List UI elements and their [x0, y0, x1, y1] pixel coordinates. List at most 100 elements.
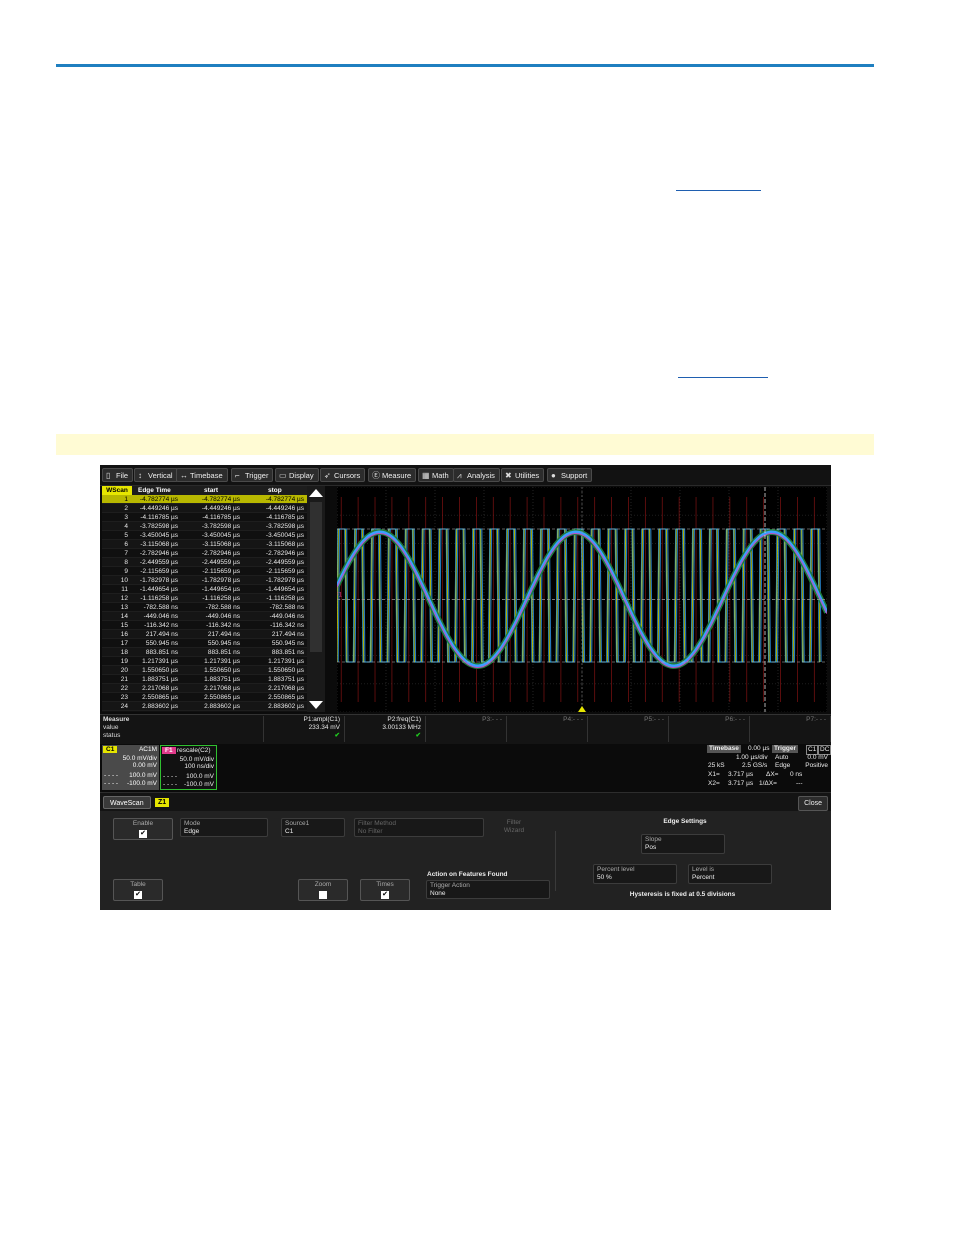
menu-cursors[interactable]: ➶ Cursors [320, 468, 366, 482]
measure-param-2[interactable]: P2:freq(C1) 3.00133 MHz ✔ [344, 716, 424, 742]
trigger-mode: Auto [775, 754, 789, 761]
table-row[interactable]: 7 -2.782946 µs -2.782946 µs -2.782946 µs [102, 549, 307, 558]
scroll-thumb[interactable] [310, 502, 322, 652]
menu-file[interactable]: ▯ File [102, 468, 134, 482]
table-row[interactable]: 23 2.550865 µs 2.550865 µs 2.550865 µs [102, 693, 307, 702]
edge-time-cell: -3.782598 µs [139, 523, 178, 530]
table-row[interactable]: 11 -1.449654 µs -1.449654 µs -1.449654 µs [102, 585, 307, 594]
tab-z1[interactable]: Z1 [155, 798, 170, 807]
table-row[interactable]: 5 -3.450045 µs -3.450045 µs -3.450045 µs [102, 531, 307, 540]
menu-measure[interactable]: Ⓔ Measure [368, 468, 417, 482]
measure-param-3[interactable]: P3:- - - [425, 716, 505, 742]
table-row[interactable]: 16 217.494 ns 217.494 ns 217.494 ns [102, 630, 307, 639]
c1-descriptor[interactable]: C1 AC1M 50.0 mV/div 0.00 mV - - - - 100.… [102, 745, 159, 790]
scroll-up-icon[interactable] [309, 489, 323, 497]
table-row[interactable]: 24 2.883602 µs 2.883602 µs 2.883602 µs [102, 702, 307, 711]
start-cell: -4.782774 µs [201, 496, 240, 503]
table-row[interactable]: 12 -1.116258 µs -1.116258 µs -1.116258 µs [102, 594, 307, 603]
table-row[interactable]: 22 2.217068 µs 2.217068 µs 2.217068 µs [102, 684, 307, 693]
measure-param-status: ✔ [334, 732, 340, 739]
table-scrollbar[interactable] [307, 486, 325, 712]
menu-support[interactable]: ● Support [547, 468, 593, 482]
stop-cell: 1.217391 µs [268, 658, 304, 665]
table-row[interactable]: 3 -4.116785 µs -4.116785 µs -4.116785 µs [102, 513, 307, 522]
measure-param-4[interactable]: P4:- - - [506, 716, 586, 742]
c1-level2: -100.0 mV [127, 780, 157, 787]
menu-analysis[interactable]: ⩘ Analysis [453, 468, 500, 482]
timebase-trigger-info[interactable]: Timebase 0.00 µs 1.00 µs/div 25 kS 2.5 G… [706, 745, 831, 790]
c1-level2-marker: - - - - [104, 780, 119, 787]
measure-param-name: P6:- - - [725, 716, 745, 723]
start-cell: 2.217068 µs [204, 685, 240, 692]
measure-param-8[interactable]: P8:- - - [830, 716, 831, 742]
menu-display[interactable]: ▭ Display [275, 468, 319, 482]
table-row[interactable]: 2 -4.449246 µs -4.449246 µs -4.449246 µs [102, 504, 307, 513]
trigger-action-field[interactable]: Trigger Action None [426, 880, 550, 899]
cursor-x2: 3.717 µs [728, 780, 754, 787]
table-row[interactable]: 13 -782.588 ns -782.588 ns -782.588 ns [102, 603, 307, 612]
source1-field[interactable]: Source1 C1 [281, 818, 345, 837]
measure-param-1[interactable]: P1:ampl(C1) 233.34 mV ✔ [263, 716, 343, 742]
row-index: 5 [124, 532, 128, 539]
edge-time-cell: -2.115659 µs [140, 568, 178, 575]
enable-checkbox[interactable]: Enable ✔ [113, 818, 173, 840]
menu-bar: ▯ File ↕ Vertical ↔ Timebase ⌐ Trigger ▭ Disp… [100, 465, 831, 486]
stop-cell: -449.046 ns [269, 613, 304, 620]
edge-time-cell: 2.217068 µs [142, 685, 178, 692]
menu-timebase[interactable]: ↔ Timebase [176, 468, 228, 482]
table-row[interactable]: 4 -3.782598 µs -3.782598 µs -3.782598 µs [102, 522, 307, 531]
menu-utilities[interactable]: ✖ Utilities [501, 468, 545, 482]
start-cell: -116.342 ns [206, 622, 240, 629]
level-is-field[interactable]: Level is Percent [688, 864, 772, 884]
hysteresis-note: Hysteresis is fixed at 0.5 divisions [629, 891, 736, 898]
row-index: 16 [120, 631, 128, 638]
measure-param-6[interactable]: P6:- - - [668, 716, 748, 742]
table-label: Table [130, 881, 146, 888]
percent-level-field[interactable]: Percent level 50 % [593, 864, 677, 884]
f1-descriptor[interactable]: F1 rescale(C2) 50.0 mV/div 100 ns/div - … [160, 745, 217, 790]
close-button[interactable]: Close [798, 796, 828, 811]
table-row[interactable]: 10 -1.782978 µs -1.782978 µs -1.782978 µs [102, 576, 307, 585]
table-row[interactable]: 17 550.945 ns 550.945 ns 550.945 ns [102, 639, 307, 648]
oscilloscope-screenshot: ▯ File ↕ Vertical ↔ Timebase ⌐ Trigger ▭ Disp… [100, 465, 831, 910]
f1-level1-marker: - - - - [163, 773, 178, 780]
table-row[interactable]: 20 1.550650 µs 1.550650 µs 1.550650 µs [102, 666, 307, 675]
measure-table: Measure value status P1:ampl(C1) 233.34 m… [100, 714, 831, 744]
zoom-checkbox[interactable]: Zoom ✔ [298, 879, 348, 901]
mode-field[interactable]: Mode Edge [180, 818, 268, 837]
scroll-down-icon[interactable] [309, 701, 323, 709]
start-cell: -1.782978 µs [201, 577, 240, 584]
table-row[interactable]: 9 -2.115659 µs -2.115659 µs -2.115659 µs [102, 567, 307, 576]
table-row[interactable]: 6 -3.115068 µs -3.115068 µs -3.115068 µs [102, 540, 307, 549]
measure-param-5[interactable]: P5:- - - [587, 716, 667, 742]
table-row[interactable]: 18 883.851 ns 883.851 ns 883.851 ns [102, 648, 307, 657]
stop-cell: -782.588 ns [269, 604, 304, 611]
highlight-band [56, 434, 874, 455]
edge-time-cell: 1.883751 µs [142, 676, 178, 683]
menu-math[interactable]: ▦ Math [418, 468, 454, 482]
link-underline-1[interactable] [676, 190, 761, 191]
row-index: 11 [121, 586, 128, 593]
wavescan-panel: Enable ✔ Mode Edge Source1 C1 Filter Met… [100, 811, 831, 910]
level-is-label: Level is [692, 866, 715, 873]
slope-field[interactable]: Slope Pos [641, 834, 725, 854]
link-underline-2[interactable] [678, 377, 768, 378]
stop-cell: -3.782598 µs [265, 523, 304, 530]
table-row[interactable]: 21 1.883751 µs 1.883751 µs 1.883751 µs [102, 675, 307, 684]
table-row[interactable]: 8 -2.449559 µs -2.449559 µs -2.449559 µs [102, 558, 307, 567]
times-checkbox[interactable]: Times ✔ [360, 879, 410, 901]
table-checkbox[interactable]: Table ✔ [113, 879, 163, 901]
table-row[interactable]: 14 -449.046 ns -449.046 ns -449.046 ns [102, 612, 307, 621]
table-row[interactable]: 1 -4.782774 µs -4.782774 µs -4.782774 µs [102, 495, 307, 504]
start-cell: -449.046 ns [205, 613, 240, 620]
start-cell: -3.450045 µs [201, 532, 240, 539]
table-row[interactable]: 19 1.217391 µs 1.217391 µs 1.217391 µs [102, 657, 307, 666]
table-row[interactable]: 15 -116.342 ns -116.342 ns -116.342 ns [102, 621, 307, 630]
menu-vertical[interactable]: ↕ Vertical [134, 468, 178, 482]
tab-wavescan[interactable]: WaveScan [103, 796, 151, 809]
waveform-display[interactable]: F1 [337, 487, 827, 712]
menu-trigger[interactable]: ⌐ Trigger [231, 468, 274, 482]
start-cell: -3.782598 µs [201, 523, 240, 530]
measure-param-7[interactable]: P7:- - - [749, 716, 829, 742]
c1-level1-marker: - - - - [104, 772, 119, 779]
